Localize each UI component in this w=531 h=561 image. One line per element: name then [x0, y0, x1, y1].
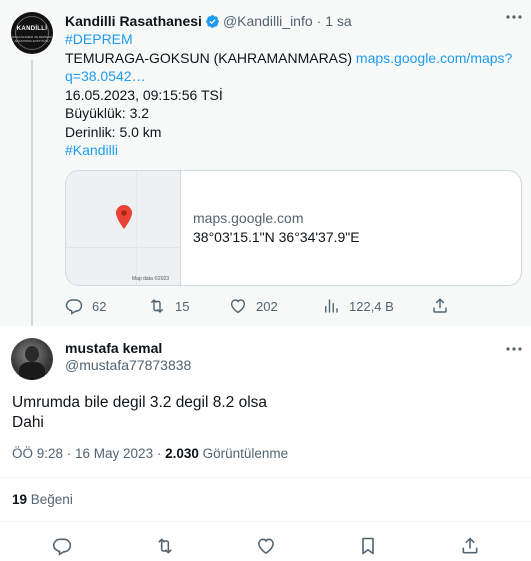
focused-tweet: mustafa kemal @mustafa77873838 Umrumda b…: [0, 326, 531, 561]
map-link-card[interactable]: Map data ©2023 maps.google.com 38°03'15.…: [65, 170, 522, 286]
likes-summary[interactable]: 19 Beğeni: [12, 492, 73, 507]
reply-button[interactable]: [52, 536, 72, 556]
share-icon: [433, 298, 447, 313]
views-button[interactable]: 122,4 B: [322, 296, 394, 316]
more-icon[interactable]: [505, 345, 523, 353]
more-icon[interactable]: [505, 13, 523, 21]
retweet-button[interactable]: 15: [148, 296, 189, 316]
share-button[interactable]: [431, 296, 458, 316]
likes-count: 19: [12, 492, 28, 507]
share-button[interactable]: [460, 536, 480, 556]
map-road: [66, 247, 181, 248]
author-name[interactable]: mustafa kemal: [65, 340, 162, 356]
parent-tweet[interactable]: KANDİLLİ RASATHANESİ VE DEPREM ARAŞTIRMA…: [0, 0, 531, 326]
view-label: Görüntülenme: [198, 446, 289, 461]
hashtag-deprem[interactable]: #DEPREM: [65, 30, 510, 49]
map-link-continued[interactable]: q=38.0542…: [65, 67, 510, 86]
likes-label: Beğeni: [27, 492, 73, 507]
map-link[interactable]: maps.google.com/maps?: [356, 50, 512, 66]
avatar-head: [25, 346, 39, 362]
author-handle[interactable]: @Kandilli_info: [223, 13, 313, 29]
map-attribution: Map data ©2023: [132, 276, 170, 282]
bookmark-button[interactable]: [358, 536, 378, 556]
reply-icon: [65, 299, 83, 315]
views-icon: [325, 299, 338, 313]
verified-badge-icon: [206, 14, 219, 28]
quake-magnitude: Büyüklük: 3.2: [65, 105, 150, 121]
like-button[interactable]: 202: [229, 296, 278, 316]
divider: [0, 521, 531, 522]
like-count: 202: [256, 298, 278, 314]
tweet-text-line: Umrumda bile degil 3.2 degil 8.2 olsa: [12, 394, 268, 411]
reply-button[interactable]: 62: [65, 296, 106, 316]
card-coordinates: 38°03'15.1"N 36°34'37.9"E: [193, 229, 360, 245]
retweet-icon: [150, 299, 164, 313]
user-avatar[interactable]: [11, 338, 53, 380]
map-card-info: maps.google.com 38°03'15.1"N 36°34'37.9"…: [193, 209, 360, 247]
tweet-text: #DEPREM TEMURAGA-GOKSUN (KAHRAMANMARAS) …: [65, 30, 512, 160]
bookmark-icon: [362, 537, 374, 555]
quake-depth: Derinlik: 5.0 km: [65, 123, 162, 140]
map-road: [136, 171, 137, 285]
avatar-logo-subtext: RASATHANESİ VE DEPREM ARAŞTIRMA ENSTİTÜS…: [12, 35, 52, 43]
avatar-logo-text: KANDİLLİ: [16, 26, 48, 32]
tweet-actions: 62 15 202 122,4 B: [65, 296, 505, 316]
views-count: 122,4 B: [349, 298, 394, 314]
author-name[interactable]: Kandilli Rasathanesi: [65, 13, 202, 29]
tweet-time[interactable]: · 1 sa: [317, 13, 352, 29]
view-count: 2.030: [165, 446, 199, 461]
map-thumbnail: Map data ©2023: [66, 171, 181, 285]
reply-icon: [52, 538, 72, 556]
tweet-header: Kandilli Rasathanesi @Kandilli_info · 1 …: [65, 12, 352, 30]
avatar-ring: [15, 16, 49, 50]
author-handle[interactable]: @mustafa77873838: [65, 357, 191, 373]
like-icon: [230, 299, 246, 314]
kandilli-avatar[interactable]: KANDİLLİ RASATHANESİ VE DEPREM ARAŞTIRMA…: [11, 12, 53, 54]
tweet-text: Umrumda bile degil 3.2 degil 8.2 olsa Da…: [12, 393, 267, 432]
share-icon: [462, 537, 478, 554]
retweet-count: 15: [175, 298, 190, 314]
map-pin-icon: [116, 205, 132, 229]
retweet-button[interactable]: [155, 536, 175, 556]
reply-count: 62: [92, 298, 107, 314]
location-text: TEMURAGA-GOKSUN (KAHRAMANMARAS): [65, 49, 353, 66]
tweet-actions: [0, 536, 531, 558]
tweet-meta: ÖÖ 9:28 · 16 May 2023 · 2.030 Görüntülen…: [12, 446, 288, 461]
card-domain: maps.google.com: [193, 210, 304, 226]
quake-datetime: 16.05.2023, 09:15:56 TSİ: [65, 86, 223, 103]
divider: [0, 477, 531, 478]
like-button[interactable]: [256, 536, 276, 556]
tweet-timestamp[interactable]: ÖÖ 9:28 · 16 May 2023 ·: [12, 446, 165, 461]
avatar-body: [19, 362, 45, 380]
like-icon: [258, 538, 274, 555]
retweet-icon: [158, 538, 172, 554]
hashtag-kandilli[interactable]: #Kandilli: [65, 141, 510, 160]
thread-connector-line: [31, 60, 33, 326]
tweet-text-line: Dahi: [12, 413, 44, 431]
